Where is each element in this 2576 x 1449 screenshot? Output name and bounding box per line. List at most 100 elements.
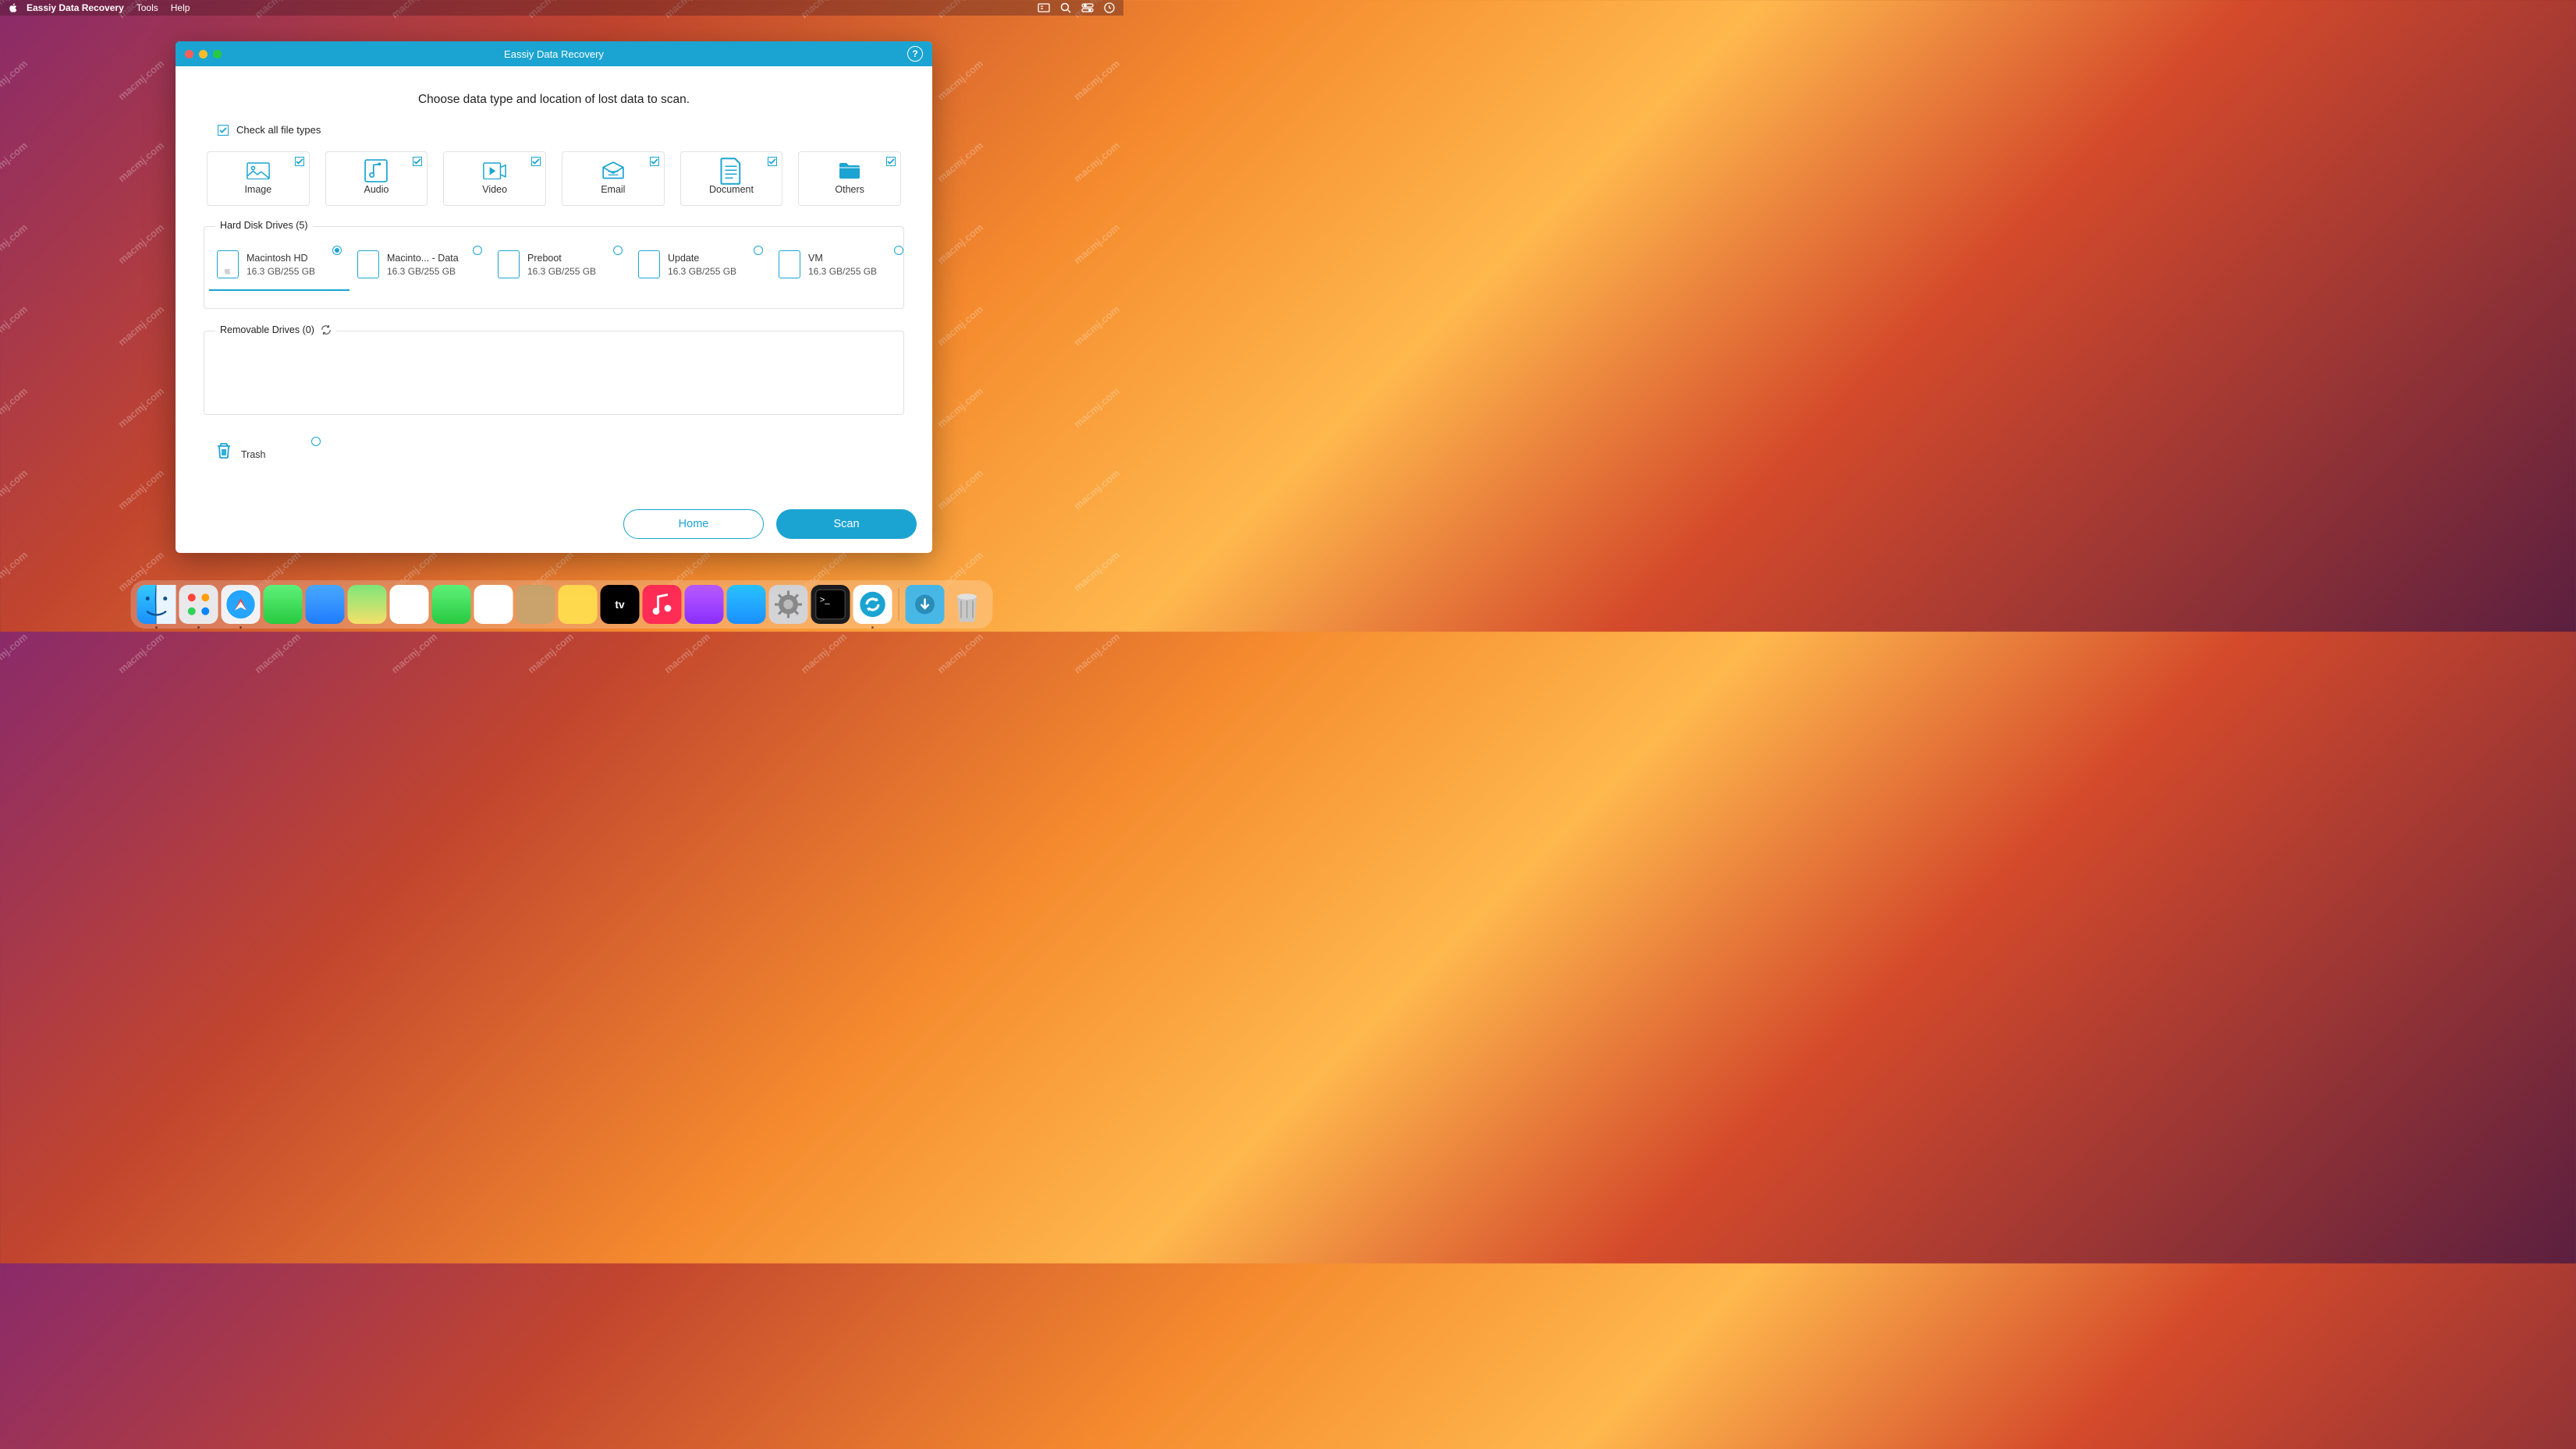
help-button[interactable]: ?	[907, 46, 923, 62]
window-title: Eassiy Data Recovery	[176, 48, 932, 60]
drive-item[interactable]: Macinto... - Data 16.3 GB/255 GB	[349, 241, 490, 291]
disk-icon	[498, 250, 520, 278]
check-all-label: Check all file types	[236, 124, 321, 136]
refresh-icon[interactable]	[321, 324, 332, 335]
drive-name: Macinto... - Data	[387, 253, 459, 264]
drive-item[interactable]: VM 16.3 GB/255 GB	[771, 241, 903, 291]
file-type-checkbox[interactable]	[413, 157, 422, 166]
menubar-item-help[interactable]: Help	[171, 2, 190, 13]
dock-appletv[interactable]: tv	[601, 585, 640, 624]
email-icon	[601, 162, 625, 179]
check-all-checkbox[interactable]	[218, 125, 229, 136]
file-type-checkbox[interactable]	[768, 157, 777, 166]
drive-item[interactable]: Update 16.3 GB/255 GB	[630, 241, 771, 291]
trash-icon	[215, 441, 233, 460]
dock-settings[interactable]	[769, 585, 808, 624]
apple-logo-icon	[8, 2, 19, 13]
menubar-item-tools[interactable]: Tools	[137, 2, 158, 13]
drive-size: 16.3 GB/255 GB	[247, 266, 315, 277]
file-type-email[interactable]: Email	[562, 151, 665, 206]
dock-trash[interactable]	[948, 585, 987, 624]
drive-item[interactable]: Preboot 16.3 GB/255 GB	[490, 241, 630, 291]
file-type-image[interactable]: Image	[207, 151, 310, 206]
file-type-checkbox[interactable]	[886, 157, 896, 166]
dock-appstore[interactable]	[727, 585, 766, 624]
dock-messages[interactable]	[264, 585, 303, 624]
dock-podcasts[interactable]	[685, 585, 724, 624]
dock-reminders[interactable]	[474, 585, 513, 624]
dock-facetime[interactable]	[432, 585, 471, 624]
app-window: Eassiy Data Recovery ? Choose data type …	[176, 41, 932, 553]
file-type-folder[interactable]: Others	[798, 151, 901, 206]
trash-option[interactable]: Trash	[204, 437, 328, 465]
video-icon	[483, 162, 506, 179]
hdd-group-label: Hard Disk Drives (5)	[215, 220, 313, 231]
file-type-label: Email	[601, 184, 625, 195]
drive-radio[interactable]	[473, 246, 482, 255]
file-type-checkbox[interactable]	[650, 157, 659, 166]
close-button[interactable]	[185, 50, 193, 58]
disk-icon	[357, 250, 379, 278]
document-icon	[719, 162, 743, 179]
disk-icon	[779, 250, 800, 278]
drive-radio[interactable]	[894, 246, 903, 255]
file-type-audio[interactable]: Audio	[325, 151, 428, 206]
dock-launchpad[interactable]	[179, 585, 218, 624]
drive-size: 16.3 GB/255 GB	[808, 266, 877, 277]
file-type-grid: Image Audio Video Email Document Others	[204, 151, 904, 206]
dock-safari[interactable]	[222, 585, 261, 624]
disk-icon	[217, 250, 239, 278]
file-type-video[interactable]: Video	[443, 151, 546, 206]
trash-radio[interactable]	[311, 437, 321, 446]
drive-radio[interactable]	[613, 246, 623, 255]
dock-contacts[interactable]	[516, 585, 555, 624]
dock-eassiy[interactable]	[853, 585, 892, 624]
dock-photos[interactable]	[390, 585, 429, 624]
file-type-label: Image	[244, 184, 271, 195]
file-type-checkbox[interactable]	[295, 157, 304, 166]
zoom-button[interactable]	[213, 50, 222, 58]
file-type-label: Others	[835, 184, 864, 195]
dock-finder[interactable]	[137, 585, 176, 624]
spotlight-icon[interactable]	[1059, 2, 1072, 14]
drive-item[interactable]: Macintosh HD 16.3 GB/255 GB	[209, 241, 349, 291]
check-all-row[interactable]: Check all file types	[218, 124, 904, 136]
macos-menubar: Eassiy Data Recovery Tools Help	[0, 0, 1123, 16]
language-icon[interactable]	[1038, 2, 1050, 14]
disk-icon	[638, 250, 660, 278]
titlebar: Eassiy Data Recovery ?	[176, 41, 932, 66]
clock-icon[interactable]	[1103, 2, 1116, 14]
hdd-drive-list[interactable]: Macintosh HD 16.3 GB/255 GB Macinto... -…	[204, 227, 903, 294]
drive-size: 16.3 GB/255 GB	[668, 266, 736, 277]
dock-maps[interactable]	[348, 585, 387, 624]
scan-button[interactable]: Scan	[776, 509, 917, 539]
dock-terminal[interactable]: >_	[811, 585, 850, 624]
drive-name: VM	[808, 253, 877, 264]
drive-radio[interactable]	[754, 246, 763, 255]
dock-mail[interactable]	[306, 585, 345, 624]
drive-radio[interactable]	[332, 246, 342, 255]
drive-name: Macintosh HD	[247, 253, 315, 264]
file-type-label: Document	[709, 184, 754, 195]
folder-icon	[838, 162, 861, 179]
svg-text:>_: >_	[820, 596, 831, 605]
file-type-label: Video	[482, 184, 507, 195]
file-type-label: Audio	[364, 184, 389, 195]
dock-downloads[interactable]	[906, 585, 945, 624]
removable-group: Removable Drives (0)	[204, 331, 904, 415]
dock-music[interactable]	[643, 585, 682, 624]
hdd-group: Hard Disk Drives (5) Macintosh HD 16.3 G…	[204, 226, 904, 309]
file-type-document[interactable]: Document	[680, 151, 783, 206]
dock-notes[interactable]	[559, 585, 598, 624]
menubar-app-name[interactable]: Eassiy Data Recovery	[27, 2, 124, 13]
control-center-icon[interactable]	[1081, 2, 1094, 14]
trash-label: Trash	[241, 449, 266, 460]
home-button[interactable]: Home	[623, 509, 764, 539]
minimize-button[interactable]	[199, 50, 208, 58]
drive-name: Update	[668, 253, 736, 264]
drive-name: Preboot	[527, 253, 596, 264]
audio-icon	[364, 162, 388, 179]
file-type-checkbox[interactable]	[531, 157, 541, 166]
macos-dock: tv >_	[131, 580, 993, 629]
drive-size: 16.3 GB/255 GB	[527, 266, 596, 277]
